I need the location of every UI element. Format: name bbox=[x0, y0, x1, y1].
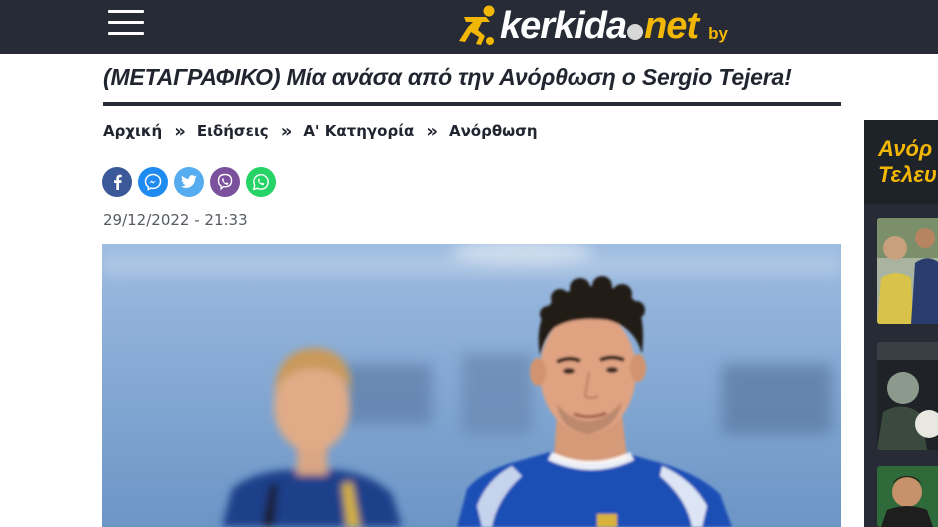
breadcrumb: Αρχική » Ειδήσεις » Α' Κατηγορία » Ανόρθ… bbox=[103, 122, 538, 140]
share-buttons bbox=[102, 167, 276, 197]
title-divider bbox=[103, 102, 841, 106]
facebook-share-button[interactable] bbox=[102, 167, 132, 197]
sidebar-widget: Ανόρ Τελευ bbox=[864, 120, 938, 527]
breadcrumb-separator-icon: » bbox=[280, 120, 293, 142]
twitter-share-button[interactable] bbox=[174, 167, 204, 197]
whatsapp-icon bbox=[252, 173, 269, 191]
whatsapp-share-button[interactable] bbox=[246, 167, 276, 197]
breadcrumb-news[interactable]: Ειδήσεις bbox=[197, 122, 269, 140]
top-navigation-bar: kerkida net by bbox=[0, 0, 938, 54]
logo-text-kerkida: kerkida bbox=[500, 4, 627, 47]
running-player-icon bbox=[459, 5, 495, 45]
twitter-icon bbox=[181, 175, 197, 188]
logo-by-label: by bbox=[708, 24, 728, 43]
sidebar-heading: Ανόρ Τελευ bbox=[864, 120, 938, 204]
breadcrumb-team[interactable]: Ανόρθωση bbox=[449, 122, 538, 140]
sidebar-news-thumbnail[interactable] bbox=[877, 342, 938, 450]
football-players-photo bbox=[102, 244, 841, 527]
article-title: (ΜΕΤΑΓΡΑΦΙΚΟ) Μία ανάσα από την Ανόρθωση… bbox=[103, 64, 792, 90]
breadcrumb-category[interactable]: Α' Κατηγορία bbox=[303, 122, 414, 140]
messenger-icon bbox=[144, 173, 162, 191]
sidebar-news-thumbnail[interactable] bbox=[877, 466, 938, 527]
sidebar-heading-line2: Τελευ bbox=[878, 162, 937, 187]
sidebar-news-thumbnail[interactable] bbox=[877, 218, 938, 324]
logo-text-net: net bbox=[644, 4, 699, 47]
facebook-icon bbox=[114, 174, 122, 190]
sidebar-thumbnail-image bbox=[877, 342, 938, 450]
breadcrumb-separator-icon: » bbox=[426, 120, 438, 142]
article-date: 29/12/2022 - 21:33 bbox=[103, 211, 248, 229]
site-logo[interactable]: kerkida net by bbox=[456, 2, 728, 50]
breadcrumb-separator-icon: » bbox=[174, 120, 186, 142]
sidebar-thumbnail-image bbox=[877, 218, 938, 324]
breadcrumb-home[interactable]: Αρχική bbox=[103, 122, 162, 140]
messenger-share-button[interactable] bbox=[138, 167, 168, 197]
viber-share-button[interactable] bbox=[210, 167, 240, 197]
sidebar-heading-line1: Ανόρ bbox=[878, 136, 933, 161]
football-icon bbox=[627, 23, 644, 40]
logo-wordmark: kerkida net bbox=[500, 4, 699, 48]
sidebar-thumbnail-image bbox=[877, 466, 938, 527]
viber-icon bbox=[217, 173, 233, 191]
article-hero-image bbox=[102, 244, 841, 527]
hamburger-menu-icon[interactable] bbox=[108, 8, 144, 38]
